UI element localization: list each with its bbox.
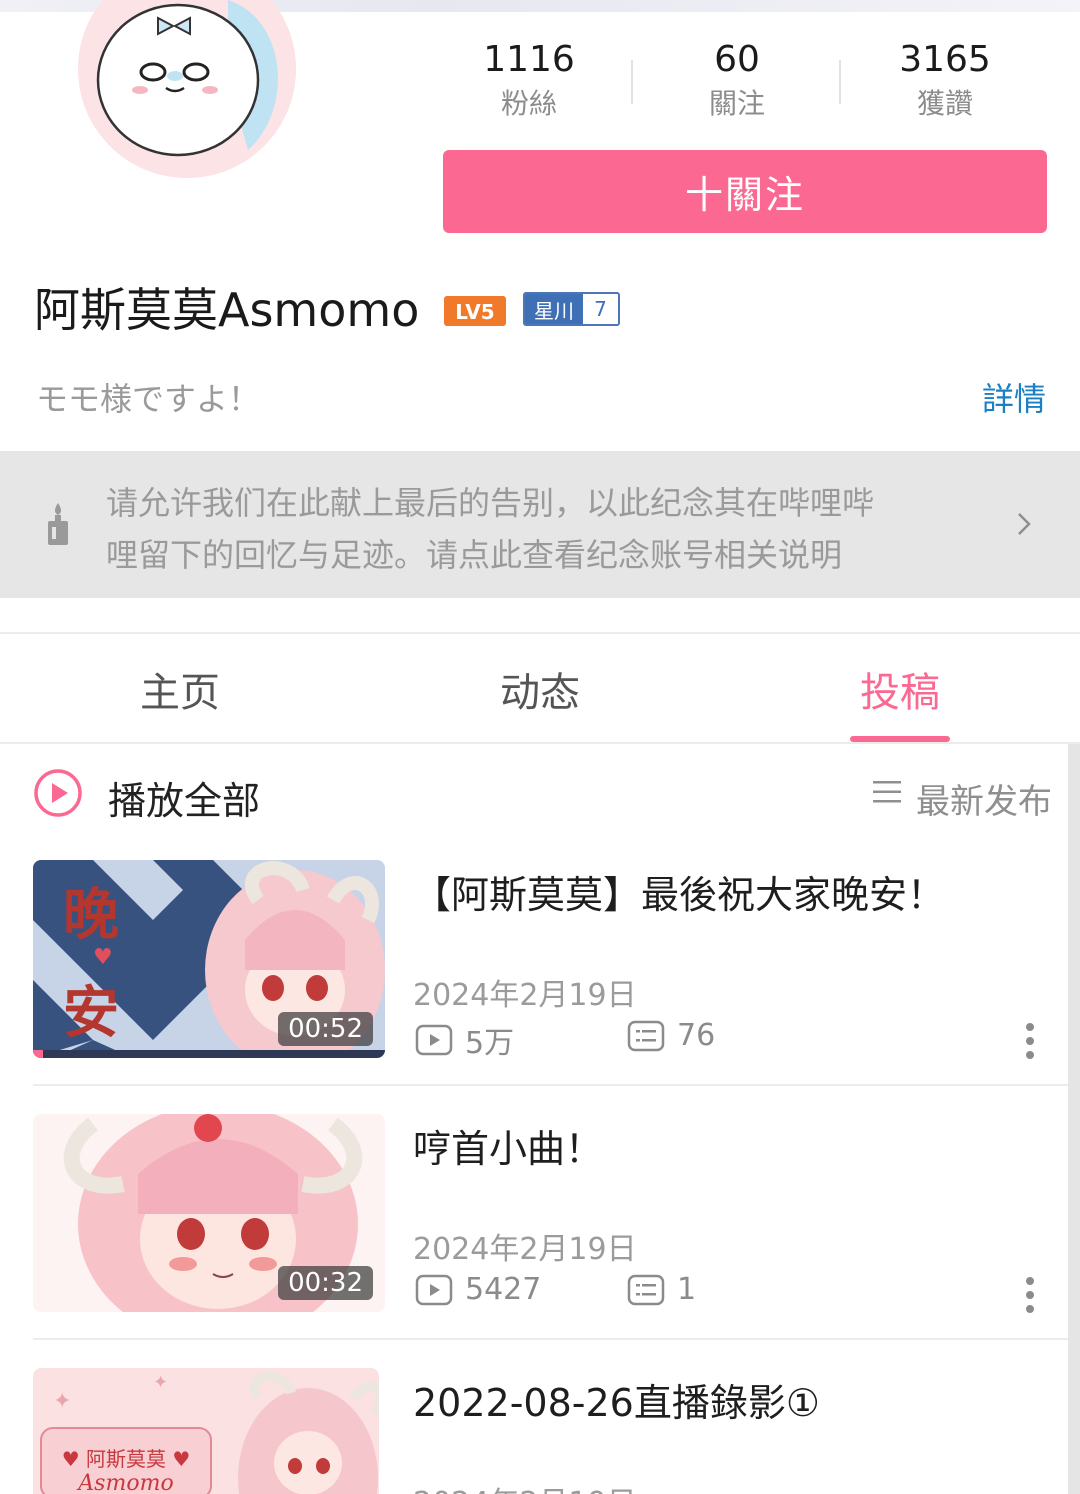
- memorial-text: 请允许我们在此献上最后的告别，以此纪念其在哔哩哔 哩留下的回忆与足迹。请点此查看…: [106, 477, 986, 581]
- thumb-text-2: Asmomo: [76, 1471, 173, 1494]
- likes-label: 獲讚: [916, 87, 973, 120]
- view-count-value: 5427: [465, 1272, 542, 1307]
- video-thumbnail[interactable]: 晚 ♥ 安 00:52: [33, 860, 385, 1058]
- comment-icon: [627, 1020, 665, 1051]
- scrollbar[interactable]: [1068, 744, 1080, 1494]
- play-count-icon: [415, 1274, 453, 1305]
- video-item[interactable]: ✦ ✦ ♥ 阿斯莫莫 ♥ Asmomo 2022-08-26直播錄影① 2024…: [33, 1368, 1043, 1494]
- divider: [33, 1084, 1068, 1086]
- user-sign: モモ様ですよ！: [36, 380, 261, 418]
- comment-count: 76: [627, 1018, 715, 1053]
- video-duration: 00:32: [278, 1266, 373, 1300]
- following-count: 60: [714, 39, 760, 80]
- user-name: 阿斯莫莫Asmomo: [34, 283, 420, 337]
- profile-stats: 1116 粉絲 60 關注 3165 獲讚: [425, 36, 1047, 128]
- tab-dynamic[interactable]: 动态: [440, 660, 640, 718]
- detail-link[interactable]: 詳情: [982, 374, 1046, 420]
- level-badge-text: LV5: [455, 300, 494, 324]
- candle-icon: [48, 503, 68, 545]
- svg-text:✦: ✦: [153, 1372, 168, 1393]
- more-icon[interactable]: [1025, 1022, 1035, 1060]
- svg-text:✦: ✦: [53, 1389, 71, 1414]
- following-label: 關注: [708, 87, 765, 120]
- comment-icon: [627, 1274, 665, 1305]
- more-icon[interactable]: [1025, 1276, 1035, 1314]
- play-all-icon[interactable]: [33, 768, 83, 818]
- divider: [33, 1338, 1068, 1340]
- video-thumbnail[interactable]: 00:32: [33, 1114, 385, 1312]
- memorial-line-2: 哩留下的回忆与足迹。请点此查看纪念账号相关说明: [106, 536, 843, 574]
- avatar[interactable]: [78, 0, 296, 178]
- video-title[interactable]: 哼首小曲！: [413, 1124, 603, 1174]
- video-title[interactable]: 【阿斯莫莫】最後祝大家晚安！: [413, 870, 945, 920]
- xingchuan-badge-level: 7: [583, 294, 618, 324]
- video-duration: 00:52: [278, 1012, 373, 1046]
- thumb-text-1: ♥ 阿斯莫莫 ♥: [62, 1447, 191, 1471]
- video-item[interactable]: 00:32 哼首小曲！ 2024年2月19日 5427 1: [33, 1114, 1043, 1314]
- comment-count-value: 76: [677, 1018, 716, 1053]
- tab-home[interactable]: 主页: [80, 660, 280, 718]
- video-date: 2024年2月19日: [413, 1232, 637, 1267]
- stat-fans[interactable]: 1116 粉絲: [425, 36, 633, 124]
- view-count-value: 5万: [465, 1026, 515, 1061]
- video-date: 2024年2月19日: [413, 978, 637, 1013]
- view-count: 5427: [415, 1272, 541, 1307]
- play-all-button[interactable]: 播放全部: [108, 770, 260, 825]
- divider: [0, 632, 1080, 634]
- sort-icon[interactable]: [872, 779, 902, 805]
- comment-count-value: 1: [677, 1272, 697, 1307]
- thumb-text-1: 晚: [63, 882, 119, 948]
- level-badge: LV5: [444, 296, 506, 326]
- video-thumbnail[interactable]: ✦ ✦ ♥ 阿斯莫莫 ♥ Asmomo: [33, 1368, 379, 1494]
- stat-likes[interactable]: 3165 獲讚: [841, 36, 1049, 124]
- stat-following[interactable]: 60 關注: [633, 36, 841, 124]
- likes-count: 3165: [899, 39, 991, 80]
- fans-label: 粉絲: [500, 87, 557, 120]
- sort-dropdown[interactable]: 最新发布: [916, 774, 1052, 823]
- memorial-line-1: 请允许我们在此献上最后的告别，以此纪念其在哔哩哔: [106, 484, 875, 522]
- follow-button[interactable]: 十關注: [443, 150, 1047, 233]
- thumb-text-2: 安: [63, 980, 119, 1046]
- video-title[interactable]: 2022-08-26直播錄影①: [413, 1378, 820, 1428]
- view-count: 5万: [415, 1018, 514, 1062]
- divider: [0, 742, 1080, 744]
- video-date: 2024年2月19日: [413, 1478, 637, 1494]
- fans-count: 1116: [483, 39, 575, 80]
- chevron-right-icon: [1018, 513, 1031, 535]
- play-count-icon: [415, 1024, 453, 1056]
- xingchuan-badge-label: 星川: [525, 294, 583, 324]
- tab-uploads[interactable]: 投稿: [800, 660, 1000, 718]
- memorial-notice[interactable]: 请允许我们在此献上最后的告别，以此纪念其在哔哩哔 哩留下的回忆与足迹。请点此查看…: [0, 451, 1080, 598]
- comment-count: 1: [627, 1272, 696, 1307]
- xingchuan-badge[interactable]: 星川 7: [523, 292, 620, 326]
- svg-text:♥: ♥: [93, 945, 113, 970]
- video-item[interactable]: 晚 ♥ 安 00:52 【阿斯莫莫】最後祝大家晚安！ 2024年2月19日 5万: [33, 860, 1043, 1062]
